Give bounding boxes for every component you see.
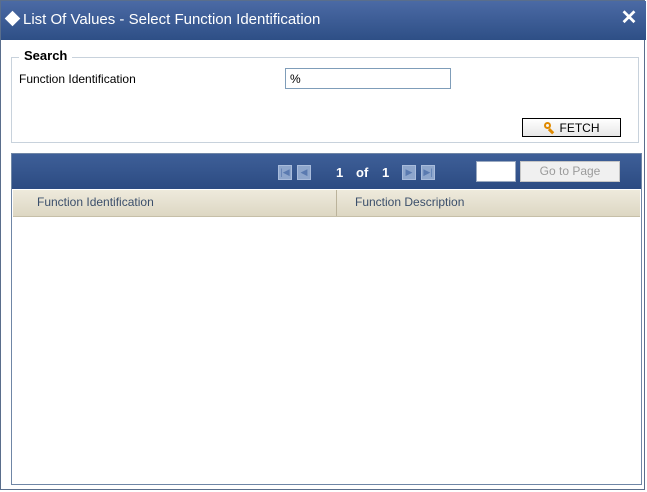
column-divider	[336, 190, 337, 216]
last-page-button[interactable]: ▶|	[421, 165, 435, 180]
diamond-icon	[4, 10, 21, 27]
prev-page-icon: ◀	[300, 167, 308, 177]
first-page-icon: |◀	[280, 167, 290, 177]
close-button[interactable]: ✕	[618, 7, 640, 31]
goto-page-input[interactable]	[476, 161, 516, 182]
dialog-title: List Of Values - Select Function Identif…	[23, 11, 321, 28]
of-label: of	[356, 165, 369, 180]
function-id-input[interactable]	[285, 68, 451, 89]
column-header-function-id[interactable]: Function Identification	[37, 190, 154, 216]
total-pages: 1	[382, 165, 390, 180]
current-page: 1	[336, 165, 344, 180]
goto-page-button[interactable]: Go to Page	[520, 161, 620, 182]
column-header-row: Function Identification Function Descrip…	[13, 190, 640, 217]
close-icon: ✕	[620, 7, 638, 29]
search-legend: Search	[19, 48, 73, 63]
magnifier-icon	[543, 121, 556, 134]
title-bar[interactable]: List Of Values - Select Function Identif…	[1, 1, 646, 40]
next-page-icon: ▶	[405, 167, 413, 177]
column-header-function-desc[interactable]: Function Description	[355, 190, 464, 216]
last-page-icon: ▶|	[423, 167, 433, 177]
fetch-button[interactable]: FETCH	[522, 118, 621, 137]
first-page-button[interactable]: |◀	[278, 165, 292, 180]
prev-page-button[interactable]: ◀	[297, 165, 311, 180]
fetch-label: FETCH	[559, 120, 600, 135]
function-id-label: Function Identification	[19, 72, 136, 86]
next-page-button[interactable]: ▶	[402, 165, 416, 180]
